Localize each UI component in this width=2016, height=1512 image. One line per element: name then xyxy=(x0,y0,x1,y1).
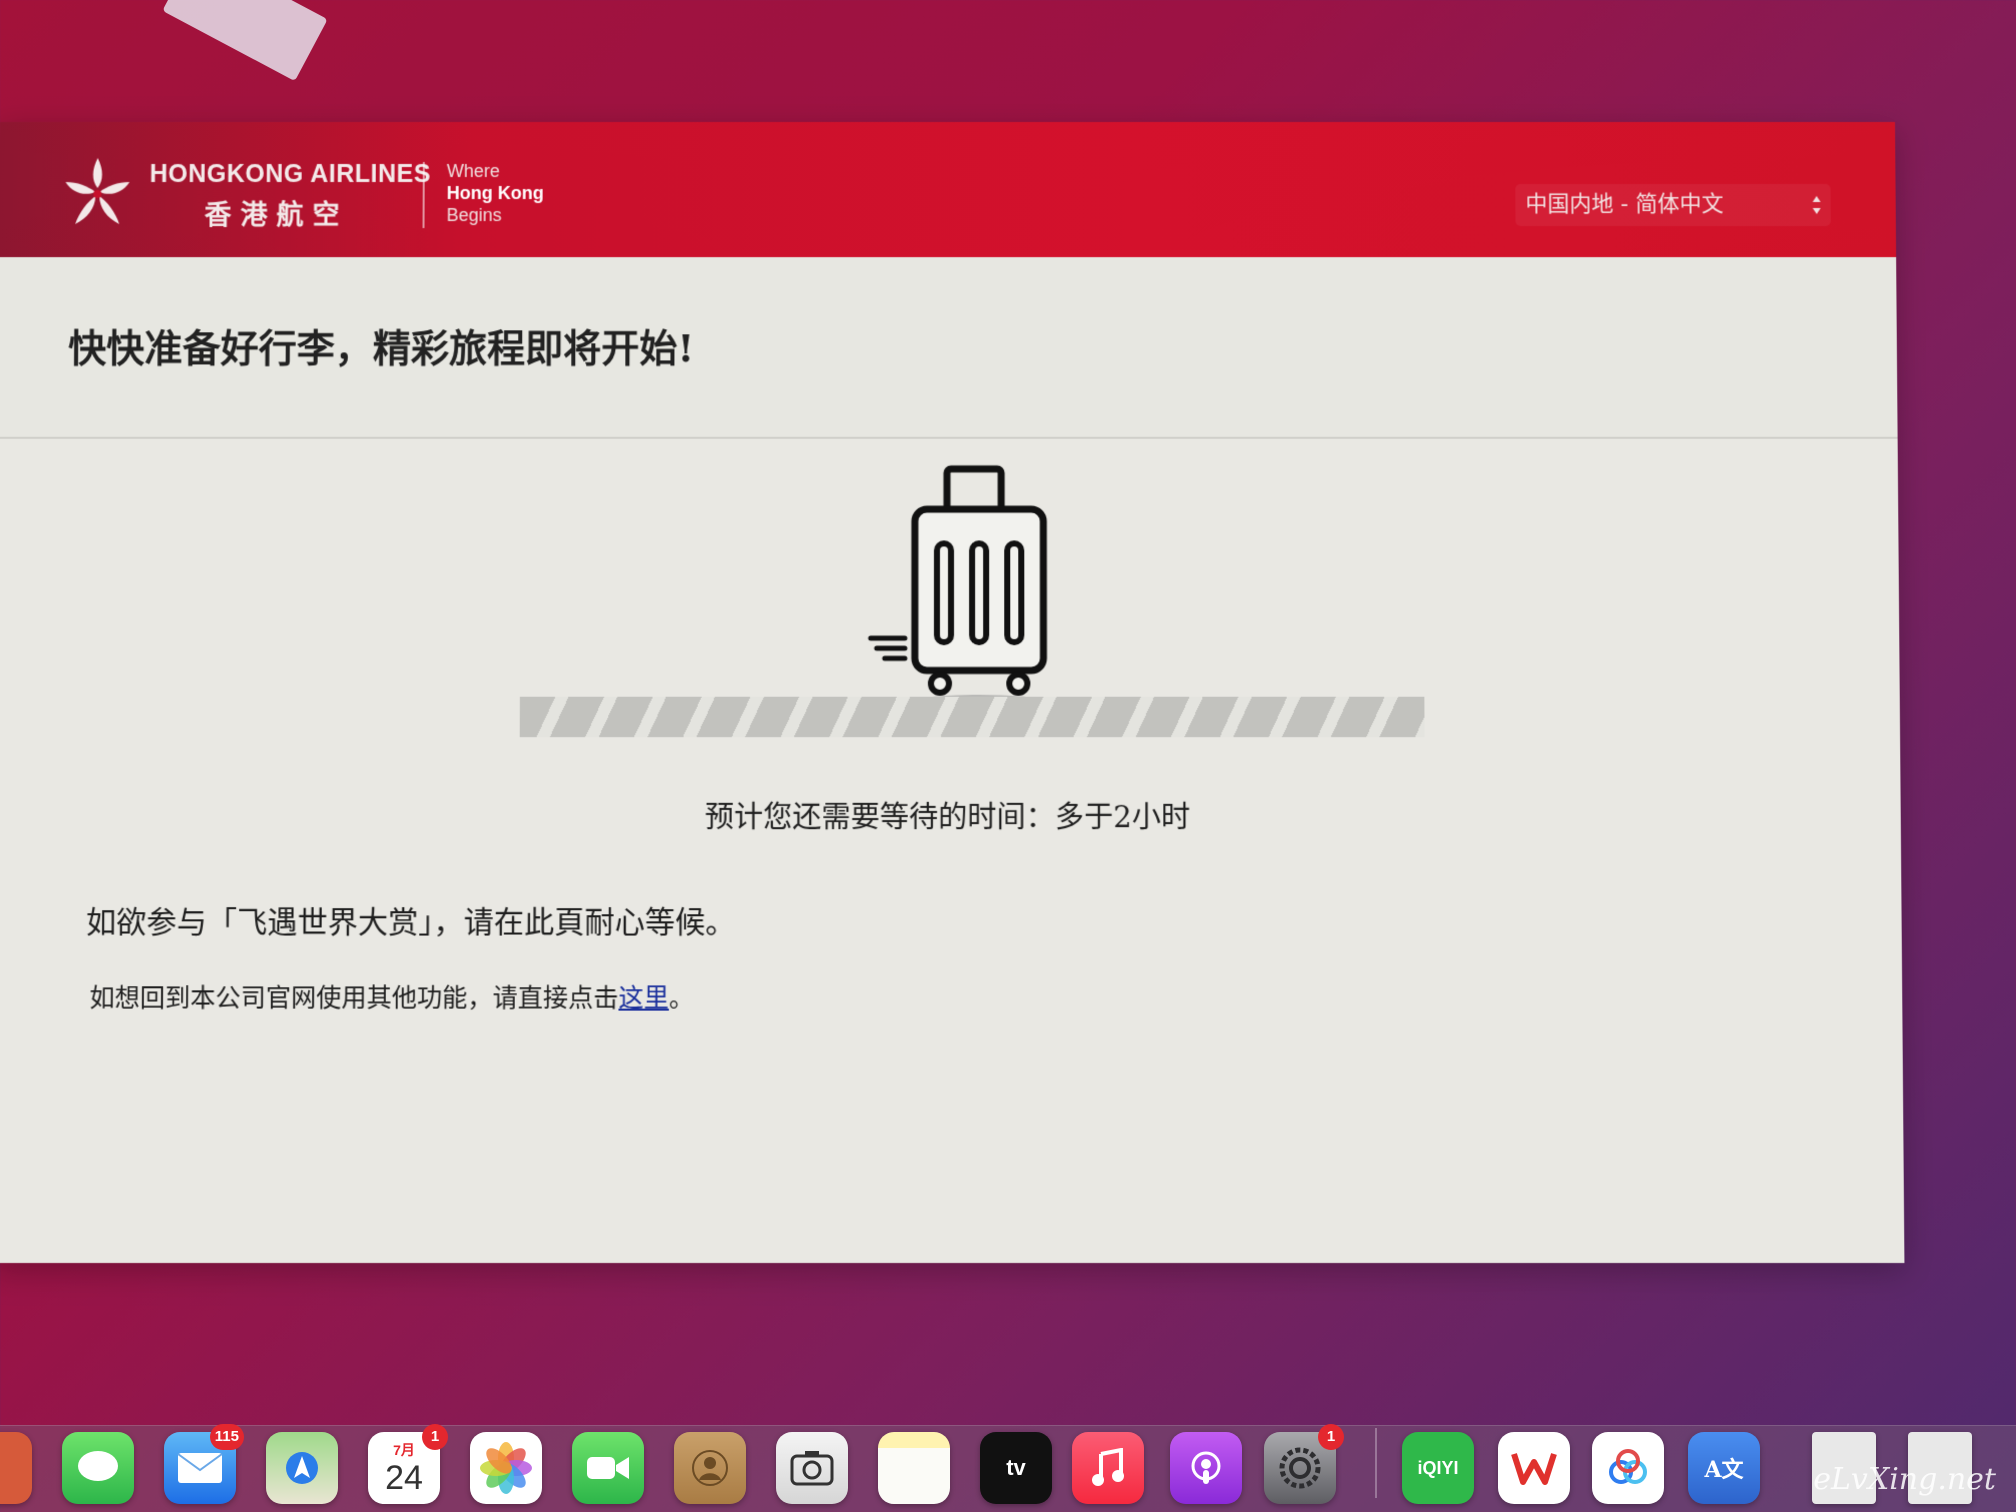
header-divider xyxy=(423,162,425,228)
music-note-icon xyxy=(1091,1448,1125,1488)
dock-calendar-icon[interactable]: 7月 24 1 xyxy=(368,1432,440,1504)
headline-band: 快快准备好行李，精彩旅程即将开始! xyxy=(0,257,1898,438)
progress-bar xyxy=(520,697,1425,737)
dock-facetime-icon[interactable] xyxy=(572,1432,644,1504)
language-select-value: 中国内地 - 简体中文 xyxy=(1525,192,1723,217)
photos-flower-icon xyxy=(479,1441,533,1495)
calendar-day: 24 xyxy=(385,1460,423,1496)
section-divider xyxy=(0,437,1898,439)
select-arrows-icon xyxy=(1811,192,1823,218)
award-notice: 如欲参与「飞遇世界大赏」，请在此頁耐心等候。 xyxy=(86,897,736,942)
dock-contacts-icon[interactable] xyxy=(674,1432,746,1504)
brand-name-english: HONGKONG AIRLINES xyxy=(150,160,431,189)
iqiyi-label: iQIYI xyxy=(1417,1458,1458,1479)
settings-badge: 1 xyxy=(1318,1424,1344,1450)
dock-screenshot-icon[interactable] xyxy=(776,1432,848,1504)
dock-system-settings-icon[interactable]: 1 xyxy=(1264,1432,1336,1504)
tagline: Where Hong Kong Begins xyxy=(447,160,544,226)
return-home-link[interactable]: 这里 xyxy=(618,983,668,1012)
dock-podcasts-icon[interactable] xyxy=(1170,1432,1242,1504)
browser-page: HONGKONG AIRLINES 香港航空 Where Hong Kong B… xyxy=(0,122,1904,1263)
gear-icon xyxy=(1276,1444,1324,1492)
dock-iqiyi-icon[interactable]: iQIYI xyxy=(1402,1432,1474,1504)
dock-notes-icon[interactable] xyxy=(878,1432,950,1504)
podcast-icon xyxy=(1186,1448,1226,1488)
map-arrow-icon xyxy=(282,1448,322,1488)
dock-maps-icon[interactable] xyxy=(266,1432,338,1504)
site-header: HONGKONG AIRLINES 香港航空 Where Hong Kong B… xyxy=(0,122,1896,257)
calendar-badge: 1 xyxy=(422,1424,448,1450)
dock-music-icon[interactable] xyxy=(1072,1432,1144,1504)
dock-app-partial-icon[interactable] xyxy=(0,1432,32,1504)
brand-name-chinese: 香港航空 xyxy=(204,193,348,232)
tagline-line-1: Where xyxy=(447,160,544,182)
calendar-month: 7月 xyxy=(393,1440,415,1460)
language-select[interactable]: 中国内地 - 简体中文 xyxy=(1515,184,1830,226)
envelope-icon xyxy=(177,1452,223,1484)
cloud-rings-icon xyxy=(1605,1448,1651,1488)
dock-wps-icon[interactable] xyxy=(1498,1432,1570,1504)
wait-time-value: 多于2小时 xyxy=(1055,800,1190,834)
video-camera-icon xyxy=(585,1453,631,1483)
dock-mail-icon[interactable]: 115 xyxy=(164,1432,236,1504)
translate-label: A文 xyxy=(1704,1452,1743,1484)
dock-baidu-netdisk-icon[interactable] xyxy=(1592,1432,1664,1504)
dock-messages-icon[interactable] xyxy=(62,1432,134,1504)
progress-bar-fill xyxy=(520,697,1425,737)
tagline-line-2: Hong Kong xyxy=(447,182,544,204)
return-notice-prefix: 如想回到本公司官网使用其他功能，请直接点击 xyxy=(89,983,618,1012)
suitcase-icon xyxy=(865,465,1056,717)
return-notice: 如想回到本公司官网使用其他功能，请直接点击这里。 xyxy=(89,978,694,1015)
watermark: eLvXing.net xyxy=(1813,1462,1996,1497)
dock-translate-icon[interactable]: A文 xyxy=(1688,1432,1760,1504)
wps-w-icon xyxy=(1511,1450,1557,1486)
camera-icon xyxy=(789,1448,835,1488)
wait-time-label: 预计您还需要等待的时间： xyxy=(705,800,1055,834)
page-headline: 快快准备好行李，精彩旅程即将开始! xyxy=(68,317,694,372)
dock-photos-icon[interactable] xyxy=(470,1432,542,1504)
wait-time-text: 预计您还需要等待的时间：多于2小时 xyxy=(0,794,1901,837)
return-notice-suffix: 。 xyxy=(669,983,694,1012)
mail-badge: 115 xyxy=(210,1424,244,1450)
apple-tv-label: tv xyxy=(1006,1455,1026,1481)
screen-glare xyxy=(162,0,327,81)
dock-separator xyxy=(1375,1428,1377,1498)
dock-apple-tv-icon[interactable]: tv xyxy=(980,1432,1052,1504)
person-icon xyxy=(690,1448,730,1488)
tagline-line-3: Begins xyxy=(447,204,544,226)
bauhinia-logo-icon xyxy=(57,152,138,232)
speech-bubble-icon xyxy=(76,1449,120,1487)
